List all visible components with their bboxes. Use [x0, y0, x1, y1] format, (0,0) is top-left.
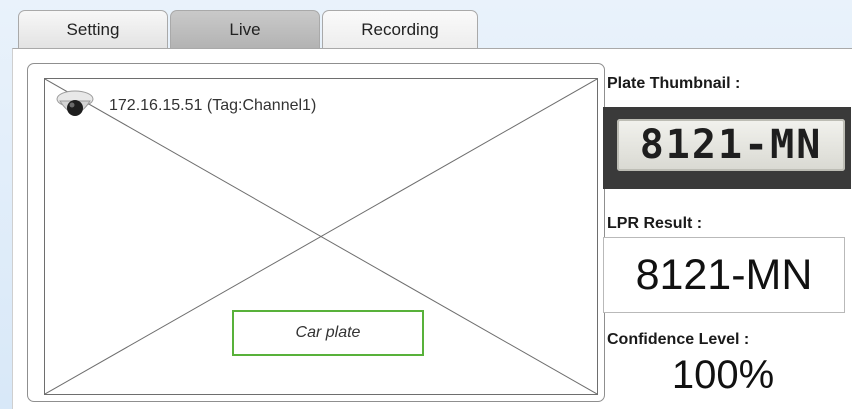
tab-setting[interactable]: Setting: [18, 10, 168, 48]
plate-thumbnail: 8121-MN: [603, 107, 851, 189]
video-frame: 172.16.15.51 (Tag:Channel1) Car plate: [27, 63, 605, 402]
tab-recording[interactable]: Recording: [322, 10, 478, 48]
video-placeholder[interactable]: 172.16.15.51 (Tag:Channel1) Car plate: [44, 78, 598, 395]
car-plate-region[interactable]: Car plate: [232, 310, 424, 356]
plate-thumbnail-image: 8121-MN: [617, 119, 845, 171]
confidence-level-value: 100%: [671, 353, 775, 397]
camera-label: 172.16.15.51 (Tag:Channel1): [109, 97, 317, 114]
dome-camera-icon: [55, 85, 95, 125]
tab-live[interactable]: Live: [170, 10, 320, 48]
lpr-result-label: LPR Result :: [607, 215, 703, 232]
confidence-level-label: Confidence Level :: [607, 331, 750, 348]
plate-thumbnail-label: Plate Thumbnail :: [607, 75, 741, 92]
live-panel: 172.16.15.51 (Tag:Channel1) Car plate Pl…: [12, 48, 852, 409]
tab-bar: Setting Live Recording: [18, 8, 480, 48]
lpr-result-value: 8121-MN: [603, 237, 845, 313]
